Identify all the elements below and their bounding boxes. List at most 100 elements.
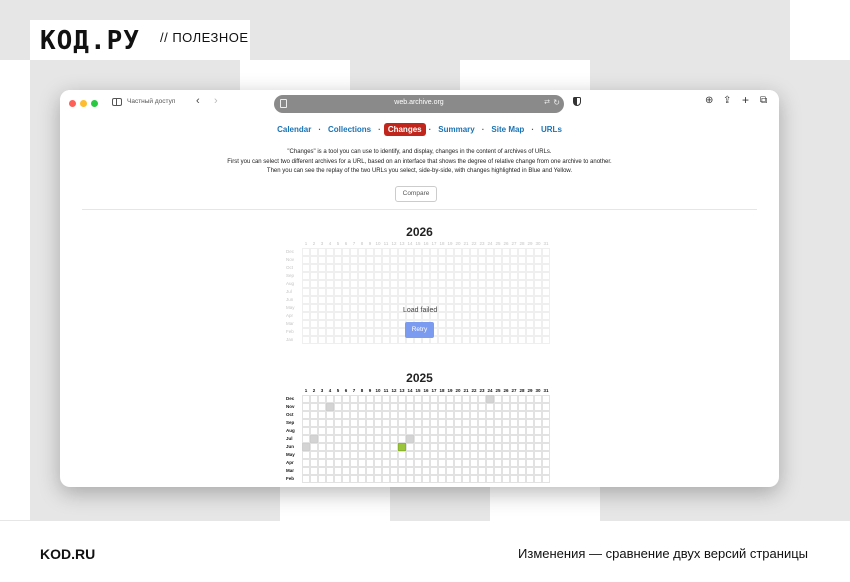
calendar-day-cell[interactable]	[542, 459, 550, 467]
calendar-day-cell[interactable]	[454, 451, 462, 459]
calendar-day-cell[interactable]	[398, 475, 406, 483]
calendar-day-cell[interactable]	[414, 427, 422, 435]
calendar-day-cell[interactable]	[502, 475, 510, 483]
calendar-day-cell[interactable]	[534, 459, 542, 467]
calendar-day-cell[interactable]	[350, 459, 358, 467]
calendar-day-cell[interactable]	[342, 411, 350, 419]
calendar-day-cell[interactable]	[350, 427, 358, 435]
calendar-day-cell[interactable]	[454, 403, 462, 411]
calendar-day-cell[interactable]	[302, 467, 310, 475]
calendar-day-cell[interactable]	[422, 403, 430, 411]
calendar-day-cell[interactable]	[542, 467, 550, 475]
calendar-day-cell[interactable]	[526, 419, 534, 427]
calendar-day-cell[interactable]	[478, 451, 486, 459]
calendar-day-cell[interactable]	[366, 395, 374, 403]
calendar-day-cell[interactable]	[302, 451, 310, 459]
calendar-day-cell[interactable]	[334, 443, 342, 451]
calendar-day-cell[interactable]	[534, 475, 542, 483]
calendar-day-cell[interactable]	[542, 411, 550, 419]
calendar-day-cell[interactable]	[318, 403, 326, 411]
calendar-day-cell[interactable]	[430, 403, 438, 411]
calendar-day-cell[interactable]	[502, 467, 510, 475]
calendar-day-cell[interactable]	[302, 475, 310, 483]
calendar-day-cell[interactable]	[518, 403, 526, 411]
calendar-day-cell[interactable]	[438, 459, 446, 467]
calendar-day-cell[interactable]	[470, 411, 478, 419]
calendar-day-cell[interactable]	[526, 459, 534, 467]
calendar-day-cell[interactable]	[318, 467, 326, 475]
calendar-day-cell[interactable]	[494, 395, 502, 403]
calendar-day-cell[interactable]	[350, 443, 358, 451]
calendar-day-cell[interactable]	[310, 443, 318, 451]
calendar-day-cell[interactable]	[534, 427, 542, 435]
calendar-day-cell[interactable]	[358, 459, 366, 467]
calendar-day-cell[interactable]	[518, 475, 526, 483]
calendar-day-cell[interactable]	[358, 403, 366, 411]
calendar-day-cell[interactable]	[366, 443, 374, 451]
calendar-day-cell[interactable]	[302, 427, 310, 435]
calendar-day-cell[interactable]	[406, 395, 414, 403]
calendar-day-cell[interactable]	[382, 395, 390, 403]
calendar-day-cell[interactable]	[358, 411, 366, 419]
calendar-day-cell[interactable]	[302, 443, 310, 451]
calendar-day-cell[interactable]	[382, 411, 390, 419]
address-url[interactable]: web.archive.org	[274, 99, 564, 106]
calendar-day-cell[interactable]	[326, 459, 334, 467]
calendar-day-cell[interactable]	[502, 435, 510, 443]
calendar-day-cell[interactable]	[422, 443, 430, 451]
calendar-day-cell[interactable]	[494, 411, 502, 419]
forward-icon[interactable]: ›	[214, 95, 218, 107]
calendar-day-cell[interactable]	[454, 459, 462, 467]
calendar-day-cell[interactable]	[422, 395, 430, 403]
calendar-day-cell[interactable]	[390, 411, 398, 419]
calendar-day-cell[interactable]	[382, 443, 390, 451]
calendar-day-cell[interactable]	[422, 451, 430, 459]
calendar-day-cell[interactable]	[510, 419, 518, 427]
calendar-day-cell[interactable]	[526, 427, 534, 435]
calendar-day-cell[interactable]	[542, 419, 550, 427]
minimize-window-button[interactable]	[80, 100, 87, 107]
calendar-day-cell[interactable]	[470, 443, 478, 451]
calendar-day-cell[interactable]	[462, 403, 470, 411]
calendar-day-cell[interactable]	[446, 403, 454, 411]
calendar-day-cell[interactable]	[502, 403, 510, 411]
calendar-day-cell[interactable]	[478, 427, 486, 435]
calendar-day-cell[interactable]	[318, 443, 326, 451]
calendar-day-cell[interactable]	[318, 435, 326, 443]
shield-icon[interactable]	[573, 97, 581, 106]
calendar-day-cell[interactable]	[430, 435, 438, 443]
nav-collections[interactable]: Collections	[324, 123, 375, 136]
calendar-day-cell[interactable]	[318, 475, 326, 483]
calendar-day-cell[interactable]	[350, 403, 358, 411]
calendar-day-cell[interactable]	[358, 435, 366, 443]
calendar-day-cell[interactable]	[446, 419, 454, 427]
back-icon[interactable]: ‹	[196, 95, 200, 107]
calendar-day-cell[interactable]	[542, 403, 550, 411]
calendar-day-cell[interactable]	[526, 467, 534, 475]
calendar-day-cell[interactable]	[414, 443, 422, 451]
calendar-day-cell[interactable]	[478, 475, 486, 483]
calendar-day-cell[interactable]	[342, 403, 350, 411]
calendar-day-cell[interactable]	[390, 435, 398, 443]
calendar-day-cell[interactable]	[454, 475, 462, 483]
calendar-day-cell[interactable]	[390, 475, 398, 483]
calendar-day-cell[interactable]	[374, 403, 382, 411]
calendar-day-cell[interactable]	[350, 467, 358, 475]
calendar-day-cell[interactable]	[446, 395, 454, 403]
calendar-day-cell[interactable]	[534, 467, 542, 475]
calendar-day-cell[interactable]	[438, 443, 446, 451]
calendar-day-cell[interactable]	[494, 427, 502, 435]
nav-changes[interactable]: Changes	[383, 123, 426, 136]
calendar-day-cell[interactable]	[406, 403, 414, 411]
calendar-day-cell[interactable]	[358, 427, 366, 435]
calendar-day-cell[interactable]	[542, 443, 550, 451]
calendar-day-cell[interactable]	[542, 427, 550, 435]
calendar-day-cell[interactable]	[430, 451, 438, 459]
calendar-day-cell[interactable]	[382, 427, 390, 435]
calendar-day-cell[interactable]	[470, 475, 478, 483]
calendar-day-cell[interactable]	[422, 459, 430, 467]
calendar-day-cell[interactable]	[398, 435, 406, 443]
calendar-day-cell[interactable]	[470, 467, 478, 475]
calendar-day-cell[interactable]	[334, 467, 342, 475]
calendar-day-cell[interactable]	[526, 451, 534, 459]
